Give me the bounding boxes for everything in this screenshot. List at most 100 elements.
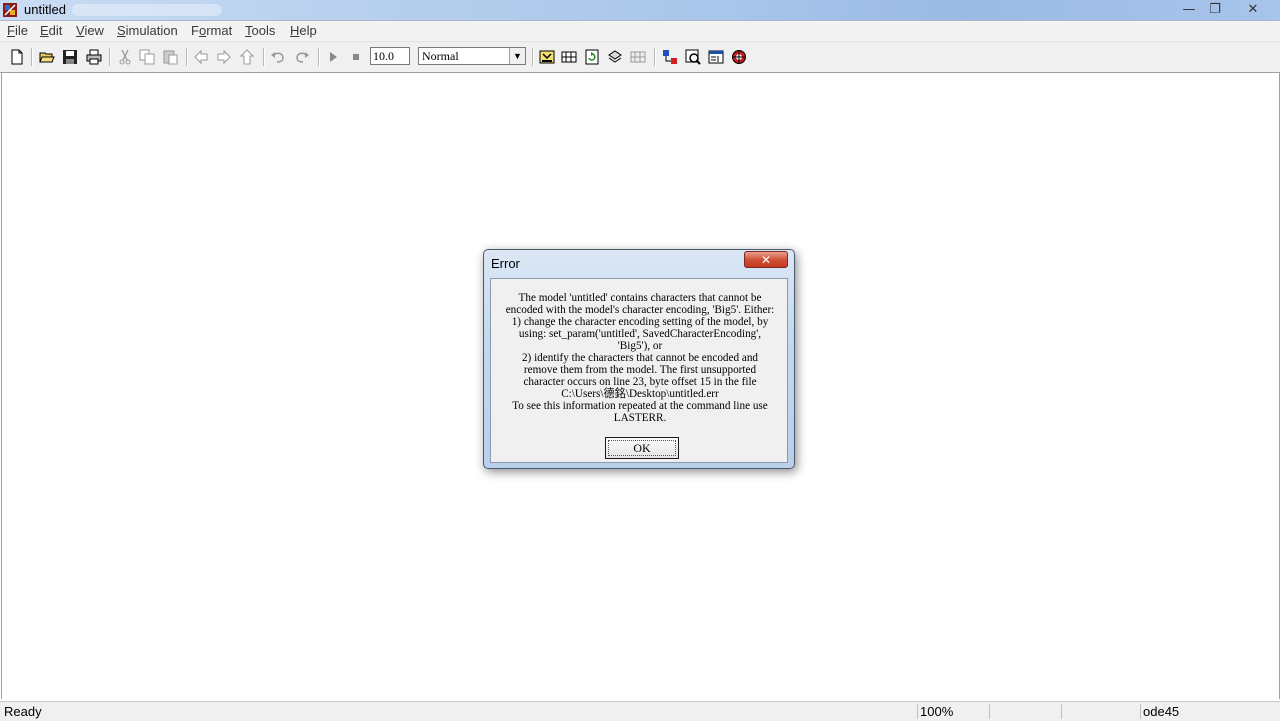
status-text: Ready (4, 704, 42, 719)
redo-icon (296, 52, 309, 63)
debug-icon (608, 50, 622, 63)
cut-button[interactable] (115, 47, 135, 67)
dialog-close-button[interactable]: ✕ (744, 251, 788, 268)
model-browser-icon (708, 50, 724, 64)
save-button[interactable] (60, 47, 80, 67)
simulation-mode-select[interactable]: Normal ▼ (418, 47, 526, 65)
back-arrow-icon (194, 49, 208, 65)
toolbar-separator (532, 48, 533, 66)
close-icon: ✕ (1247, 1, 1259, 17)
restore-icon: ❐ (1209, 1, 1221, 17)
stop-simulation-button[interactable] (346, 47, 366, 67)
menu-simulation-accel: S (117, 23, 126, 38)
print-button[interactable] (84, 47, 104, 67)
window-title: untitled (24, 2, 66, 17)
zoom-level: 100% (917, 704, 989, 719)
toolbar-separator (318, 48, 319, 66)
forward-button[interactable] (214, 47, 234, 67)
up-button[interactable] (237, 47, 257, 67)
message-line: C:\Users\德銘\Desktop\untitled.err (561, 388, 719, 400)
toolbar-separator (186, 48, 187, 66)
cut-icon (119, 49, 131, 65)
toolbar-separator (109, 48, 110, 66)
close-icon: ✕ (760, 252, 772, 267)
new-model-button[interactable] (7, 47, 27, 67)
menu-help[interactable]: Help (290, 23, 317, 38)
stop-time-input[interactable]: 10.0 (370, 47, 410, 65)
status-bar: Ready 100% ode45 (0, 701, 1280, 721)
refresh-icon (585, 49, 599, 65)
menu-format[interactable]: Format (191, 23, 232, 38)
blurred-title-suffix (72, 4, 222, 16)
open-folder-icon (39, 52, 55, 63)
menu-format-pre: F (191, 23, 199, 38)
toolbar (0, 42, 1280, 73)
save-icon (63, 50, 77, 64)
message-line: remove them from the model. The first un… (523, 364, 757, 376)
model-explorer-icon (685, 49, 701, 65)
back-button[interactable] (191, 47, 211, 67)
simulation-mode-value: Normal (422, 49, 459, 63)
restore-button[interactable]: ❐ (1202, 0, 1228, 18)
menu-help-accel: H (290, 23, 300, 38)
message-line: To see this information repeated at the … (512, 400, 768, 412)
menu-file-rest: ile (14, 23, 28, 38)
stop-icon (353, 54, 359, 60)
title-bar[interactable]: untitled — ❐ ✕ (0, 0, 1280, 21)
grid-button[interactable] (628, 47, 648, 67)
debug-button[interactable] (605, 47, 625, 67)
toolbar-separator (654, 48, 655, 66)
debugger-icon (732, 50, 746, 64)
build-model-button[interactable] (537, 47, 557, 67)
undo-button[interactable] (268, 47, 288, 67)
chevron-down-icon[interactable]: ▼ (509, 48, 525, 64)
start-simulation-button[interactable] (323, 47, 343, 67)
library-browser-button[interactable] (660, 47, 680, 67)
toolbar-separator (263, 48, 264, 66)
paste-button[interactable] (160, 47, 180, 67)
new-file-icon (11, 49, 23, 65)
status-cell-3 (989, 704, 1061, 719)
simulink-app-icon[interactable] (3, 3, 17, 17)
message-line: encoded with the model's character encod… (505, 304, 775, 316)
message-line: LASTERR. (613, 412, 667, 424)
status-cell-4 (1061, 704, 1140, 719)
menu-view[interactable]: View (76, 23, 104, 38)
close-window-button[interactable]: ✕ (1240, 0, 1266, 18)
menu-edit[interactable]: Edit (40, 23, 62, 38)
message-line: using: set_param('untitled', SavedCharac… (518, 328, 762, 340)
solver-name: ode45 (1140, 704, 1280, 719)
ok-button[interactable]: OK (605, 437, 679, 459)
menu-simulation-rest: imulation (125, 23, 178, 38)
menu-simulation[interactable]: Simulation (117, 23, 178, 38)
copy-icon (139, 49, 155, 65)
menu-tools[interactable]: Tools (245, 23, 275, 38)
open-button[interactable] (37, 47, 57, 67)
minimize-button[interactable]: — (1176, 0, 1202, 18)
minimize-icon: — (1182, 1, 1196, 17)
message-line: The model 'untitled' contains characters… (518, 292, 762, 304)
play-icon (330, 52, 337, 62)
menu-edit-rest: dit (48, 23, 63, 38)
dialog-title: Error (491, 256, 520, 271)
toolbar-separator (31, 48, 32, 66)
menu-tools-rest: ools (251, 23, 276, 38)
update-diagram-icon (561, 51, 577, 63)
print-icon (86, 49, 102, 65)
menu-edit-accel: E (40, 23, 49, 38)
model-browser-button[interactable] (706, 47, 726, 67)
up-arrow-icon (239, 49, 255, 65)
menu-format-rest: rmat (206, 23, 233, 38)
forward-arrow-icon (217, 49, 231, 65)
debugger-button[interactable] (729, 47, 749, 67)
paste-icon (163, 50, 178, 65)
menu-bar: File Edit View Simulation Format Tools H… (0, 21, 1280, 42)
redo-button[interactable] (292, 47, 312, 67)
menu-file[interactable]: File (7, 23, 28, 38)
update-diagram-button[interactable] (559, 47, 579, 67)
refresh-button[interactable] (582, 47, 602, 67)
copy-button[interactable] (137, 47, 157, 67)
grid-icon (630, 51, 646, 63)
error-message: The model 'untitled' contains characters… (497, 292, 783, 424)
model-explorer-button[interactable] (683, 47, 703, 67)
